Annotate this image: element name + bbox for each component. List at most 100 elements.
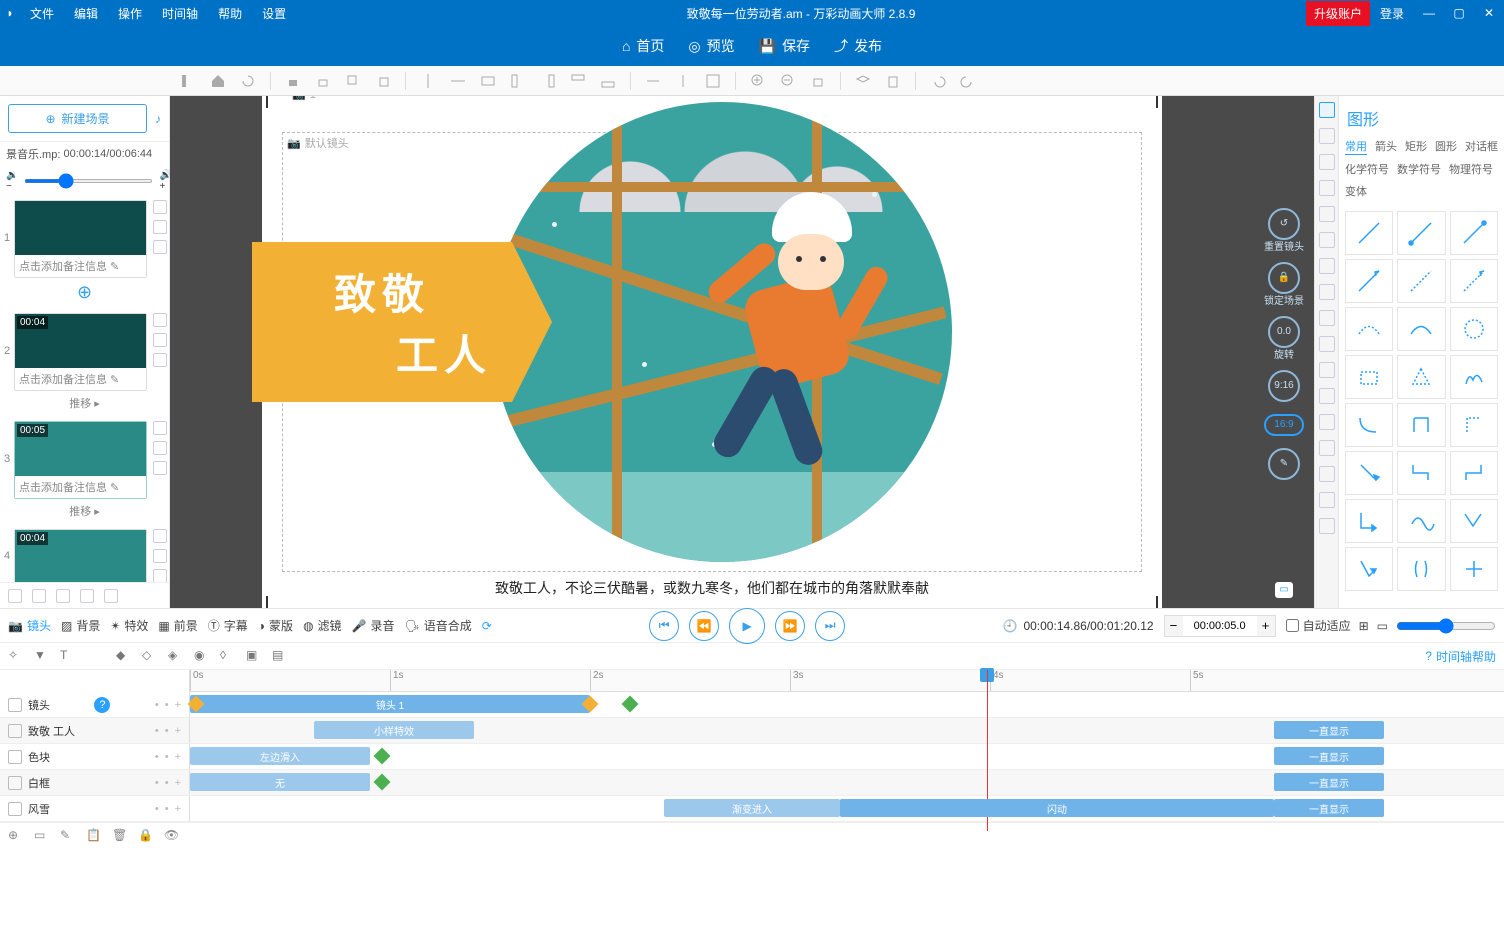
shape-dashed-rect[interactable]: [1345, 355, 1393, 399]
rotate-button[interactable]: 0.0旋转: [1268, 314, 1300, 362]
ratio-916-button[interactable]: 9:16: [1268, 368, 1300, 404]
star-scene-icon[interactable]: [56, 589, 70, 603]
subtitle-text[interactable]: 致敬工人，不论三伏酷暑，或数九寒冬，他们都在城市的角落默默奉献: [262, 578, 1162, 598]
music-file-row[interactable]: 景音乐.mp: 00:00:14/00:06:44: [0, 142, 169, 166]
stage[interactable]: 📷1 📷默认镜头: [262, 96, 1162, 608]
rnav-music-icon[interactable]: [1319, 258, 1335, 274]
scene-card-3[interactable]: 00:05 点击添加备注信息 ✎: [14, 421, 147, 499]
st2-icon[interactable]: [153, 441, 167, 455]
draw-button[interactable]: ✎: [1268, 446, 1300, 482]
tl-kf5-icon[interactable]: ◊: [220, 648, 236, 664]
chip-tts[interactable]: 🗣语音合成: [405, 617, 472, 634]
timeline-ruler[interactable]: 0s1s2s3s4s5s: [190, 670, 1504, 692]
shape-dashed-arc[interactable]: [1345, 307, 1393, 351]
scene-card-4[interactable]: 00:04: [14, 529, 147, 582]
st2-icon[interactable]: [153, 220, 167, 234]
transition-label[interactable]: 推移 ▸: [0, 501, 169, 525]
scene-note[interactable]: 点击添加备注信息 ✎: [15, 368, 146, 390]
keyframe[interactable]: [374, 748, 391, 765]
st3-icon[interactable]: [153, 240, 167, 254]
shape-step[interactable]: [1397, 451, 1445, 495]
play-button[interactable]: ▶: [729, 608, 765, 644]
illustration-circle[interactable]: [492, 102, 952, 562]
rnav-4-icon[interactable]: [1319, 180, 1335, 196]
shape-halfrect[interactable]: [1397, 403, 1445, 447]
shape-quarter[interactable]: [1345, 403, 1393, 447]
canvas-area[interactable]: 📷1 📷默认镜头: [170, 96, 1314, 608]
clip[interactable]: 一直显示: [1274, 799, 1384, 817]
fit-button[interactable]: ▭: [1275, 582, 1292, 598]
rnav-shapes-icon[interactable]: [1319, 102, 1335, 118]
maximize-icon[interactable]: ▢: [1444, 2, 1474, 24]
tl-kf1-icon[interactable]: ◆: [116, 648, 132, 664]
rnav-image2-icon[interactable]: [1319, 310, 1335, 326]
clip[interactable]: 一直显示: [1274, 773, 1384, 791]
rnav-image-icon[interactable]: [1319, 336, 1335, 352]
st1-icon[interactable]: [153, 200, 167, 214]
tool-align3-icon[interactable]: [480, 73, 496, 89]
tool-align7-icon[interactable]: [600, 73, 616, 89]
step-plus-button[interactable]: +: [1257, 616, 1275, 636]
step-input[interactable]: [1185, 620, 1255, 632]
shape-tab-7[interactable]: 物理符号: [1449, 161, 1493, 177]
step-back-button[interactable]: ⏪: [689, 611, 719, 641]
shape-zigzag[interactable]: [1450, 499, 1498, 543]
tf-6-icon[interactable]: 🔒: [138, 828, 154, 844]
nav-publish[interactable]: ⤴发布: [834, 36, 882, 56]
lock-scene-button[interactable]: 🔒锁定场景: [1264, 260, 1304, 308]
menu-timeline[interactable]: 时间轴: [152, 5, 208, 22]
chip-bg[interactable]: ▨背景: [61, 617, 100, 634]
tool-layers-icon[interactable]: [855, 73, 871, 89]
shape-tab-6[interactable]: 数学符号: [1397, 161, 1441, 177]
tl-kf7-icon[interactable]: ▤: [272, 648, 288, 664]
shape-tab-4[interactable]: 对话框: [1465, 138, 1498, 155]
autofit-checkbox[interactable]: 自动适应: [1286, 617, 1351, 634]
prev-frame-button[interactable]: ⏮: [649, 611, 679, 641]
track-label-1[interactable]: 致敬 工人 ••+: [0, 718, 190, 743]
chip-mask[interactable]: ◑蒙版: [258, 617, 293, 634]
shape-triangle-dots[interactable]: [1397, 355, 1445, 399]
shape-dashed-circle[interactable]: [1450, 307, 1498, 351]
st3-icon[interactable]: [153, 461, 167, 475]
shape-line-arrow[interactable]: [1345, 259, 1393, 303]
clip[interactable]: 无: [190, 773, 370, 791]
rnav-person-icon[interactable]: [1319, 232, 1335, 248]
shape-tab-2[interactable]: 矩形: [1405, 138, 1427, 155]
tf-7-icon[interactable]: 👁: [164, 828, 180, 844]
shape-tab-1[interactable]: 箭头: [1375, 138, 1397, 155]
menu-help[interactable]: 帮助: [208, 5, 252, 22]
tl-cursor-icon[interactable]: ✧: [8, 648, 24, 664]
shape-line-dot[interactable]: [1397, 211, 1445, 255]
tool-align5-icon[interactable]: [540, 73, 556, 89]
st3-icon[interactable]: [153, 569, 167, 582]
shape-tab-8[interactable]: 变体: [1345, 183, 1367, 199]
tl-text-icon[interactable]: T: [60, 648, 76, 664]
menu-action[interactable]: 操作: [108, 5, 152, 22]
rect-scene-icon[interactable]: [32, 589, 46, 603]
clip[interactable]: 镜头 1: [190, 695, 590, 713]
tool-unlock-icon[interactable]: [315, 73, 331, 89]
track-help-icon[interactable]: ?: [94, 697, 110, 713]
tl-kf2-icon[interactable]: ◇: [142, 648, 158, 664]
rnav-video-icon[interactable]: [1319, 414, 1335, 430]
tool-copy-icon[interactable]: [345, 73, 361, 89]
track-label-2[interactable]: 色块 ••+: [0, 744, 190, 769]
clip[interactable]: 渐变进入: [664, 799, 840, 817]
keyframe[interactable]: [374, 774, 391, 791]
timeline-help-button[interactable]: ?时间轴帮助: [1425, 648, 1496, 665]
track-label-3[interactable]: 白框 ••+: [0, 770, 190, 795]
worker-illustration[interactable]: [692, 192, 892, 452]
track-4[interactable]: 渐变进入闪动一直显示: [190, 796, 1504, 821]
tool-dist-h-icon[interactable]: [645, 73, 661, 89]
tool-align6-icon[interactable]: [570, 73, 586, 89]
next-frame-button[interactable]: ⏭: [815, 611, 845, 641]
tl-kf6-icon[interactable]: ▣: [246, 648, 262, 664]
shape-diag-arrow[interactable]: [1345, 451, 1393, 495]
minimize-icon[interactable]: —: [1414, 2, 1444, 24]
shape-line[interactable]: [1345, 211, 1393, 255]
scene-card-1[interactable]: 点击添加备注信息 ✎: [14, 200, 147, 278]
track-label-4[interactable]: 风雪 ••+: [0, 796, 190, 821]
clip[interactable]: 闪动: [840, 799, 1274, 817]
close-icon[interactable]: ✕: [1474, 2, 1504, 24]
tool-zoomin-icon[interactable]: [750, 73, 766, 89]
